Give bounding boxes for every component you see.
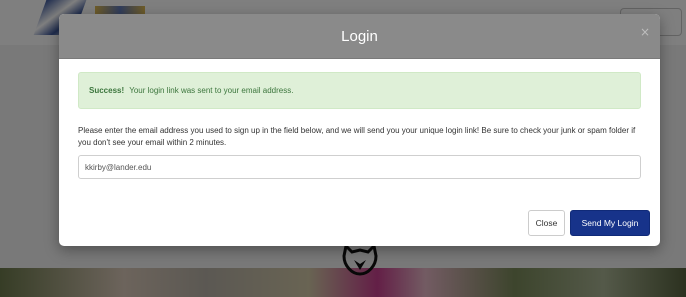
send-login-button[interactable]: Send My Login	[570, 210, 650, 236]
close-icon[interactable]: ×	[640, 25, 650, 39]
success-alert: Success! Your login link was sent to you…	[78, 72, 641, 109]
alert-strong-text: Success!	[89, 86, 125, 95]
login-instructions: Please enter the email address you used …	[78, 126, 636, 147]
alert-message: Your login link was sent to your email a…	[129, 86, 294, 95]
close-button[interactable]: Close	[528, 210, 565, 236]
login-modal: Login × Success! Your login link was sen…	[59, 14, 660, 246]
email-field[interactable]	[78, 155, 641, 179]
modal-title: Login	[341, 28, 378, 45]
modal-body: Success! Your login link was sent to you…	[59, 59, 660, 179]
modal-footer: Close Send My Login	[59, 210, 660, 236]
modal-header: Login ×	[59, 14, 660, 59]
